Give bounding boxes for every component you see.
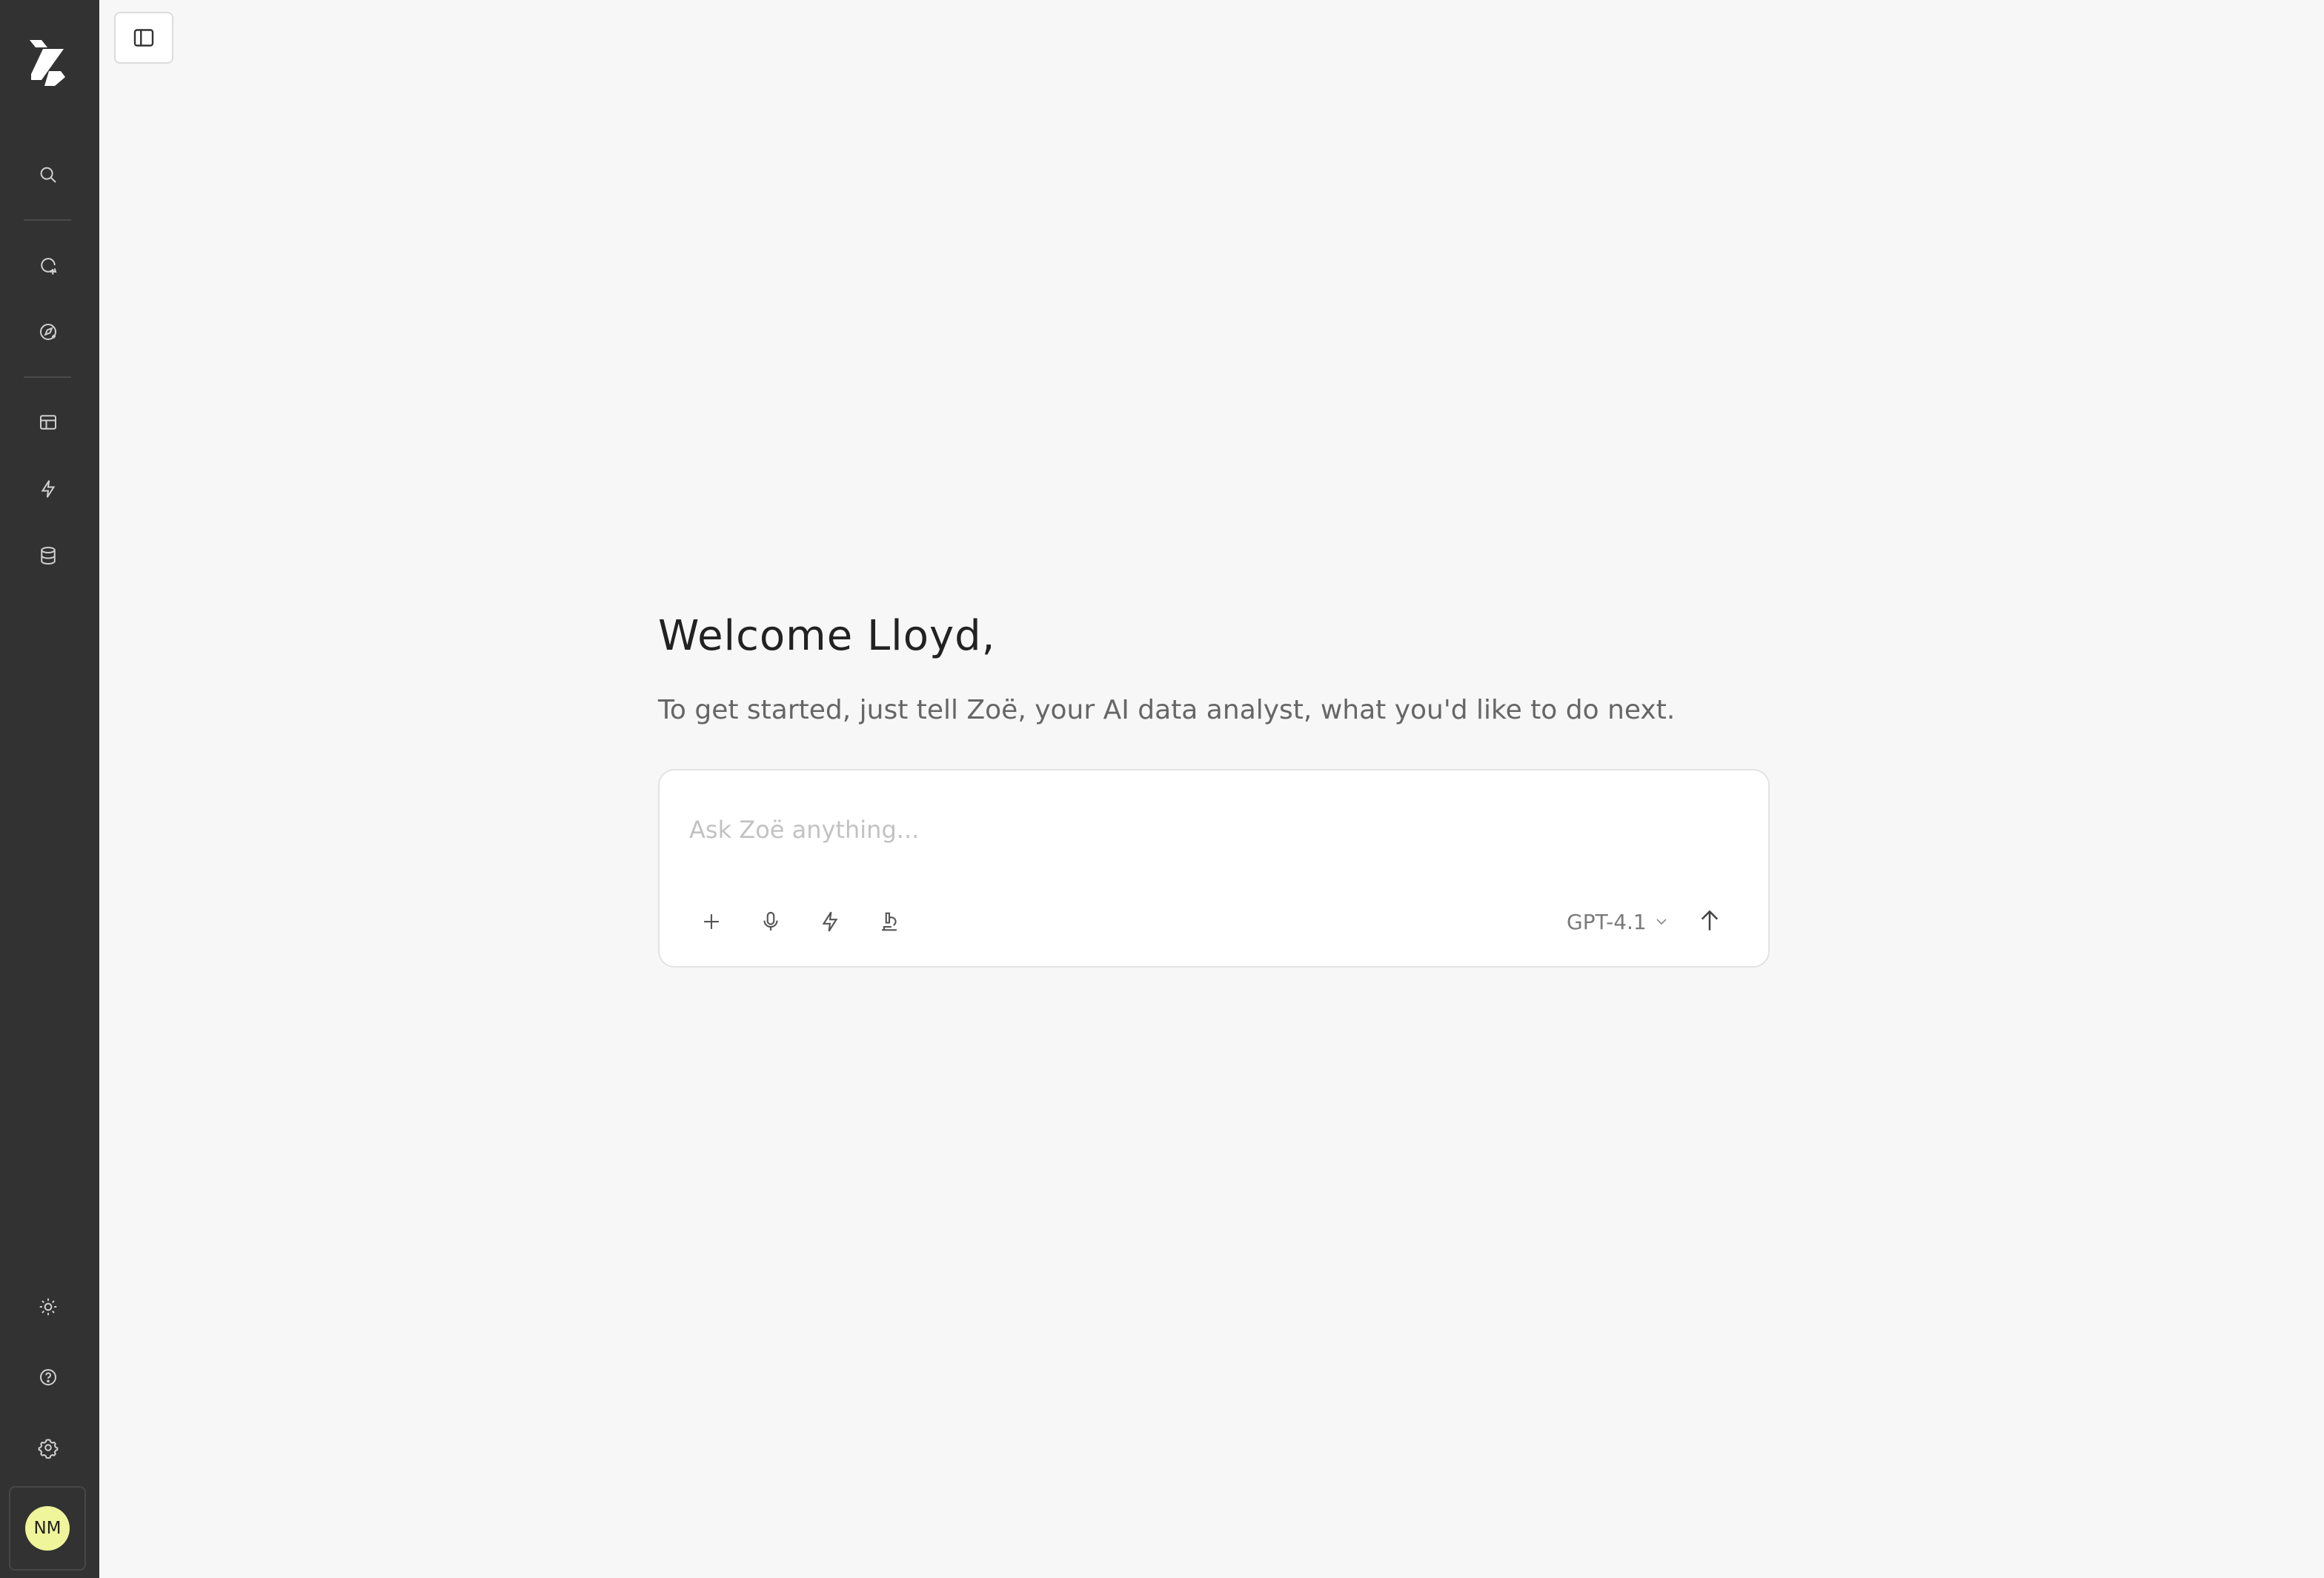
settings-icon[interactable] xyxy=(35,1434,62,1461)
avatar[interactable]: NM xyxy=(25,1506,70,1551)
new-chat-icon[interactable] xyxy=(35,252,62,279)
database-icon[interactable] xyxy=(35,542,62,569)
chat-composer: GPT-4.1 xyxy=(658,769,1770,968)
actions-button[interactable] xyxy=(812,904,848,939)
user-menu[interactable]: NM xyxy=(9,1486,86,1571)
sidebar-divider xyxy=(24,219,71,221)
plus-icon xyxy=(704,914,719,929)
logo-icon[interactable] xyxy=(25,39,70,87)
help-icon[interactable] xyxy=(35,1364,62,1391)
table-icon[interactable] xyxy=(35,409,62,436)
chat-input[interactable] xyxy=(689,808,1712,852)
toggle-sidebar-button[interactable] xyxy=(114,12,173,64)
add-attachment-button[interactable] xyxy=(694,904,729,939)
model-label: GPT-4.1 xyxy=(1567,909,1647,934)
bolt-icon xyxy=(822,911,838,932)
research-button[interactable] xyxy=(872,904,907,939)
sidebar-toggle-icon xyxy=(133,29,154,47)
explore-icon[interactable] xyxy=(35,319,62,345)
bolt-icon[interactable] xyxy=(35,476,62,502)
send-button[interactable] xyxy=(1690,901,1730,941)
sidebar-divider xyxy=(24,376,71,378)
search-icon[interactable] xyxy=(35,162,62,188)
chevron-down-icon xyxy=(1656,919,1667,925)
microscope-icon xyxy=(882,912,897,931)
microphone-icon xyxy=(763,911,778,931)
sidebar: NM xyxy=(0,0,99,1578)
arrow-up-icon xyxy=(1701,910,1719,931)
model-selector[interactable]: GPT-4.1 xyxy=(1567,904,1670,939)
voice-input-button[interactable] xyxy=(753,904,788,939)
page-subtitle: To get started, just tell Zoë, your AI d… xyxy=(658,695,1676,725)
page-title: Welcome Lloyd, xyxy=(658,612,996,660)
sun-icon[interactable] xyxy=(35,1294,62,1320)
